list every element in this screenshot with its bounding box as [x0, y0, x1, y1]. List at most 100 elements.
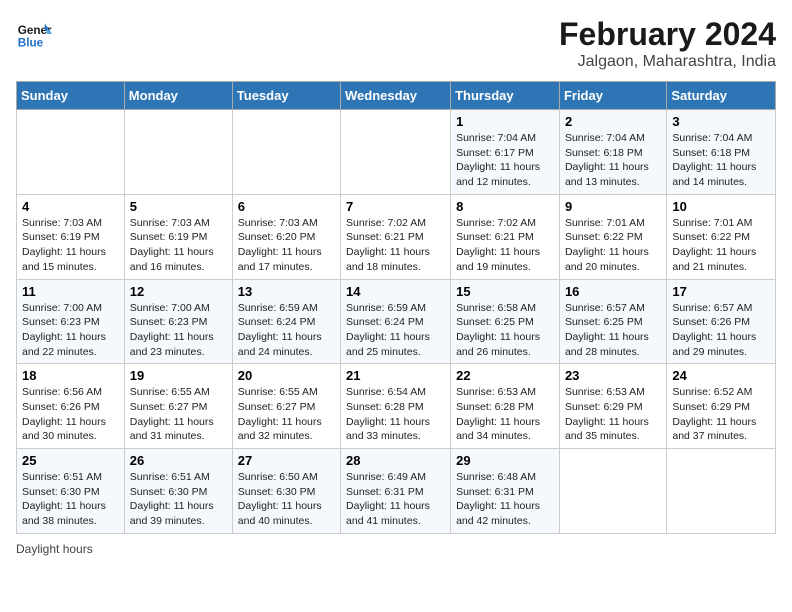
calendar-cell: 6Sunrise: 7:03 AMSunset: 6:20 PMDaylight…	[232, 194, 340, 279]
day-info: Sunrise: 6:57 AMSunset: 6:26 PMDaylight:…	[672, 301, 770, 360]
day-number: 29	[456, 453, 554, 468]
day-number: 18	[22, 368, 119, 383]
day-number: 22	[456, 368, 554, 383]
day-info: Sunrise: 6:55 AMSunset: 6:27 PMDaylight:…	[130, 385, 227, 444]
day-info: Sunrise: 6:53 AMSunset: 6:28 PMDaylight:…	[456, 385, 554, 444]
daylight-label: Daylight hours	[16, 542, 93, 556]
calendar-cell: 19 Sunrise: 6:55 AMSunset: 6:27 PMDayligh…	[124, 364, 232, 449]
calendar-cell: 26 Sunrise: 6:51 AMSunset: 6:30 PMDayligh…	[124, 449, 232, 534]
calendar-cell	[667, 449, 776, 534]
calendar-cell	[232, 110, 340, 195]
page-header: General Blue February 2024 Jalgaon, Maha…	[16, 16, 776, 71]
calendar-cell: 13Sunrise: 6:59 AMSunset: 6:24 PMDayligh…	[232, 279, 340, 364]
calendar-header-row: SundayMondayTuesdayWednesdayThursdayFrid…	[17, 82, 776, 110]
calendar-cell: 4 Sunrise: 7:03 AMSunset: 6:19 PMDaylight…	[17, 194, 125, 279]
day-info: Sunrise: 6:51 AMSunset: 6:30 PMDaylight:…	[130, 470, 227, 529]
day-number: 17	[672, 284, 770, 299]
calendar-cell: 5 Sunrise: 7:03 AMSunset: 6:19 PMDaylight…	[124, 194, 232, 279]
calendar-cell: 29 Sunrise: 6:48 AMSunset: 6:31 PMDayligh…	[451, 449, 560, 534]
day-info: Sunrise: 6:56 AMSunset: 6:26 PMDaylight:…	[22, 385, 119, 444]
calendar-cell: 10Sunrise: 7:01 AMSunset: 6:22 PMDayligh…	[667, 194, 776, 279]
day-number: 3	[672, 114, 770, 129]
day-header-tuesday: Tuesday	[232, 82, 340, 110]
calendar-title: February 2024	[559, 16, 776, 53]
day-number: 13	[238, 284, 335, 299]
day-number: 11	[22, 284, 119, 299]
calendar-cell	[17, 110, 125, 195]
day-info: Sunrise: 7:02 AMSunset: 6:21 PMDaylight:…	[346, 216, 445, 275]
day-info: Sunrise: 7:03 AMSunset: 6:19 PMDaylight:…	[22, 216, 119, 275]
day-info: Sunrise: 6:58 AMSunset: 6:25 PMDaylight:…	[456, 301, 554, 360]
day-header-thursday: Thursday	[451, 82, 560, 110]
week-row-3: 11 Sunrise: 7:00 AMSunset: 6:23 PMDayligh…	[17, 279, 776, 364]
day-info: Sunrise: 7:03 AMSunset: 6:19 PMDaylight:…	[130, 216, 227, 275]
calendar-subtitle: Jalgaon, Maharashtra, India	[559, 53, 776, 71]
day-info: Sunrise: 7:04 AMSunset: 6:18 PMDaylight:…	[565, 131, 661, 190]
calendar-cell: 1 Sunrise: 7:04 AMSunset: 6:17 PMDaylight…	[451, 110, 560, 195]
day-info: Sunrise: 7:01 AMSunset: 6:22 PMDaylight:…	[672, 216, 770, 275]
day-number: 27	[238, 453, 335, 468]
day-number: 1	[456, 114, 554, 129]
day-info: Sunrise: 6:50 AMSunset: 6:30 PMDaylight:…	[238, 470, 335, 529]
day-number: 28	[346, 453, 445, 468]
calendar-cell: 22 Sunrise: 6:53 AMSunset: 6:28 PMDayligh…	[451, 364, 560, 449]
calendar-cell: 28 Sunrise: 6:49 AMSunset: 6:31 PMDayligh…	[341, 449, 451, 534]
day-number: 15	[456, 284, 554, 299]
day-info: Sunrise: 7:00 AMSunset: 6:23 PMDaylight:…	[130, 301, 227, 360]
calendar-cell: 8Sunrise: 7:02 AMSunset: 6:21 PMDaylight…	[451, 194, 560, 279]
day-number: 7	[346, 199, 445, 214]
day-info: Sunrise: 6:59 AMSunset: 6:24 PMDaylight:…	[346, 301, 445, 360]
calendar-cell: 24Sunrise: 6:52 AMSunset: 6:29 PMDayligh…	[667, 364, 776, 449]
logo: General Blue	[16, 16, 52, 52]
logo-icon: General Blue	[16, 16, 52, 52]
day-info: Sunrise: 6:48 AMSunset: 6:31 PMDaylight:…	[456, 470, 554, 529]
calendar-cell	[341, 110, 451, 195]
calendar-cell: 11 Sunrise: 7:00 AMSunset: 6:23 PMDayligh…	[17, 279, 125, 364]
calendar-cell: 3 Sunrise: 7:04 AMSunset: 6:18 PMDaylight…	[667, 110, 776, 195]
day-number: 20	[238, 368, 335, 383]
calendar-cell	[559, 449, 666, 534]
day-info: Sunrise: 7:04 AMSunset: 6:18 PMDaylight:…	[672, 131, 770, 190]
day-number: 16	[565, 284, 661, 299]
title-section: February 2024 Jalgaon, Maharashtra, Indi…	[559, 16, 776, 71]
day-number: 21	[346, 368, 445, 383]
day-number: 12	[130, 284, 227, 299]
day-number: 9	[565, 199, 661, 214]
week-row-2: 4 Sunrise: 7:03 AMSunset: 6:19 PMDaylight…	[17, 194, 776, 279]
day-number: 14	[346, 284, 445, 299]
calendar-cell: 17 Sunrise: 6:57 AMSunset: 6:26 PMDayligh…	[667, 279, 776, 364]
day-info: Sunrise: 7:01 AMSunset: 6:22 PMDaylight:…	[565, 216, 661, 275]
calendar-body: 1 Sunrise: 7:04 AMSunset: 6:17 PMDaylight…	[17, 110, 776, 534]
day-number: 26	[130, 453, 227, 468]
calendar-cell: 25 Sunrise: 6:51 AMSunset: 6:30 PMDayligh…	[17, 449, 125, 534]
week-row-4: 18 Sunrise: 6:56 AMSunset: 6:26 PMDayligh…	[17, 364, 776, 449]
week-row-5: 25 Sunrise: 6:51 AMSunset: 6:30 PMDayligh…	[17, 449, 776, 534]
day-info: Sunrise: 7:04 AMSunset: 6:17 PMDaylight:…	[456, 131, 554, 190]
calendar-cell: 12 Sunrise: 7:00 AMSunset: 6:23 PMDayligh…	[124, 279, 232, 364]
day-number: 19	[130, 368, 227, 383]
calendar-cell: 27 Sunrise: 6:50 AMSunset: 6:30 PMDayligh…	[232, 449, 340, 534]
calendar-cell: 14 Sunrise: 6:59 AMSunset: 6:24 PMDayligh…	[341, 279, 451, 364]
day-header-friday: Friday	[559, 82, 666, 110]
day-info: Sunrise: 6:51 AMSunset: 6:30 PMDaylight:…	[22, 470, 119, 529]
calendar-cell: 2Sunrise: 7:04 AMSunset: 6:18 PMDaylight…	[559, 110, 666, 195]
day-header-monday: Monday	[124, 82, 232, 110]
day-number: 24	[672, 368, 770, 383]
footer: Daylight hours	[16, 542, 776, 556]
day-number: 25	[22, 453, 119, 468]
svg-text:Blue: Blue	[18, 37, 44, 50]
calendar-cell: 16 Sunrise: 6:57 AMSunset: 6:25 PMDayligh…	[559, 279, 666, 364]
day-header-sunday: Sunday	[17, 82, 125, 110]
day-info: Sunrise: 7:00 AMSunset: 6:23 PMDaylight:…	[22, 301, 119, 360]
calendar-cell: 23Sunrise: 6:53 AMSunset: 6:29 PMDayligh…	[559, 364, 666, 449]
day-number: 5	[130, 199, 227, 214]
day-info: Sunrise: 6:55 AMSunset: 6:27 PMDaylight:…	[238, 385, 335, 444]
calendar-cell: 9 Sunrise: 7:01 AMSunset: 6:22 PMDaylight…	[559, 194, 666, 279]
day-number: 4	[22, 199, 119, 214]
day-info: Sunrise: 6:49 AMSunset: 6:31 PMDaylight:…	[346, 470, 445, 529]
day-info: Sunrise: 6:53 AMSunset: 6:29 PMDaylight:…	[565, 385, 661, 444]
day-number: 8	[456, 199, 554, 214]
day-info: Sunrise: 6:57 AMSunset: 6:25 PMDaylight:…	[565, 301, 661, 360]
week-row-1: 1 Sunrise: 7:04 AMSunset: 6:17 PMDaylight…	[17, 110, 776, 195]
calendar-cell: 7 Sunrise: 7:02 AMSunset: 6:21 PMDaylight…	[341, 194, 451, 279]
